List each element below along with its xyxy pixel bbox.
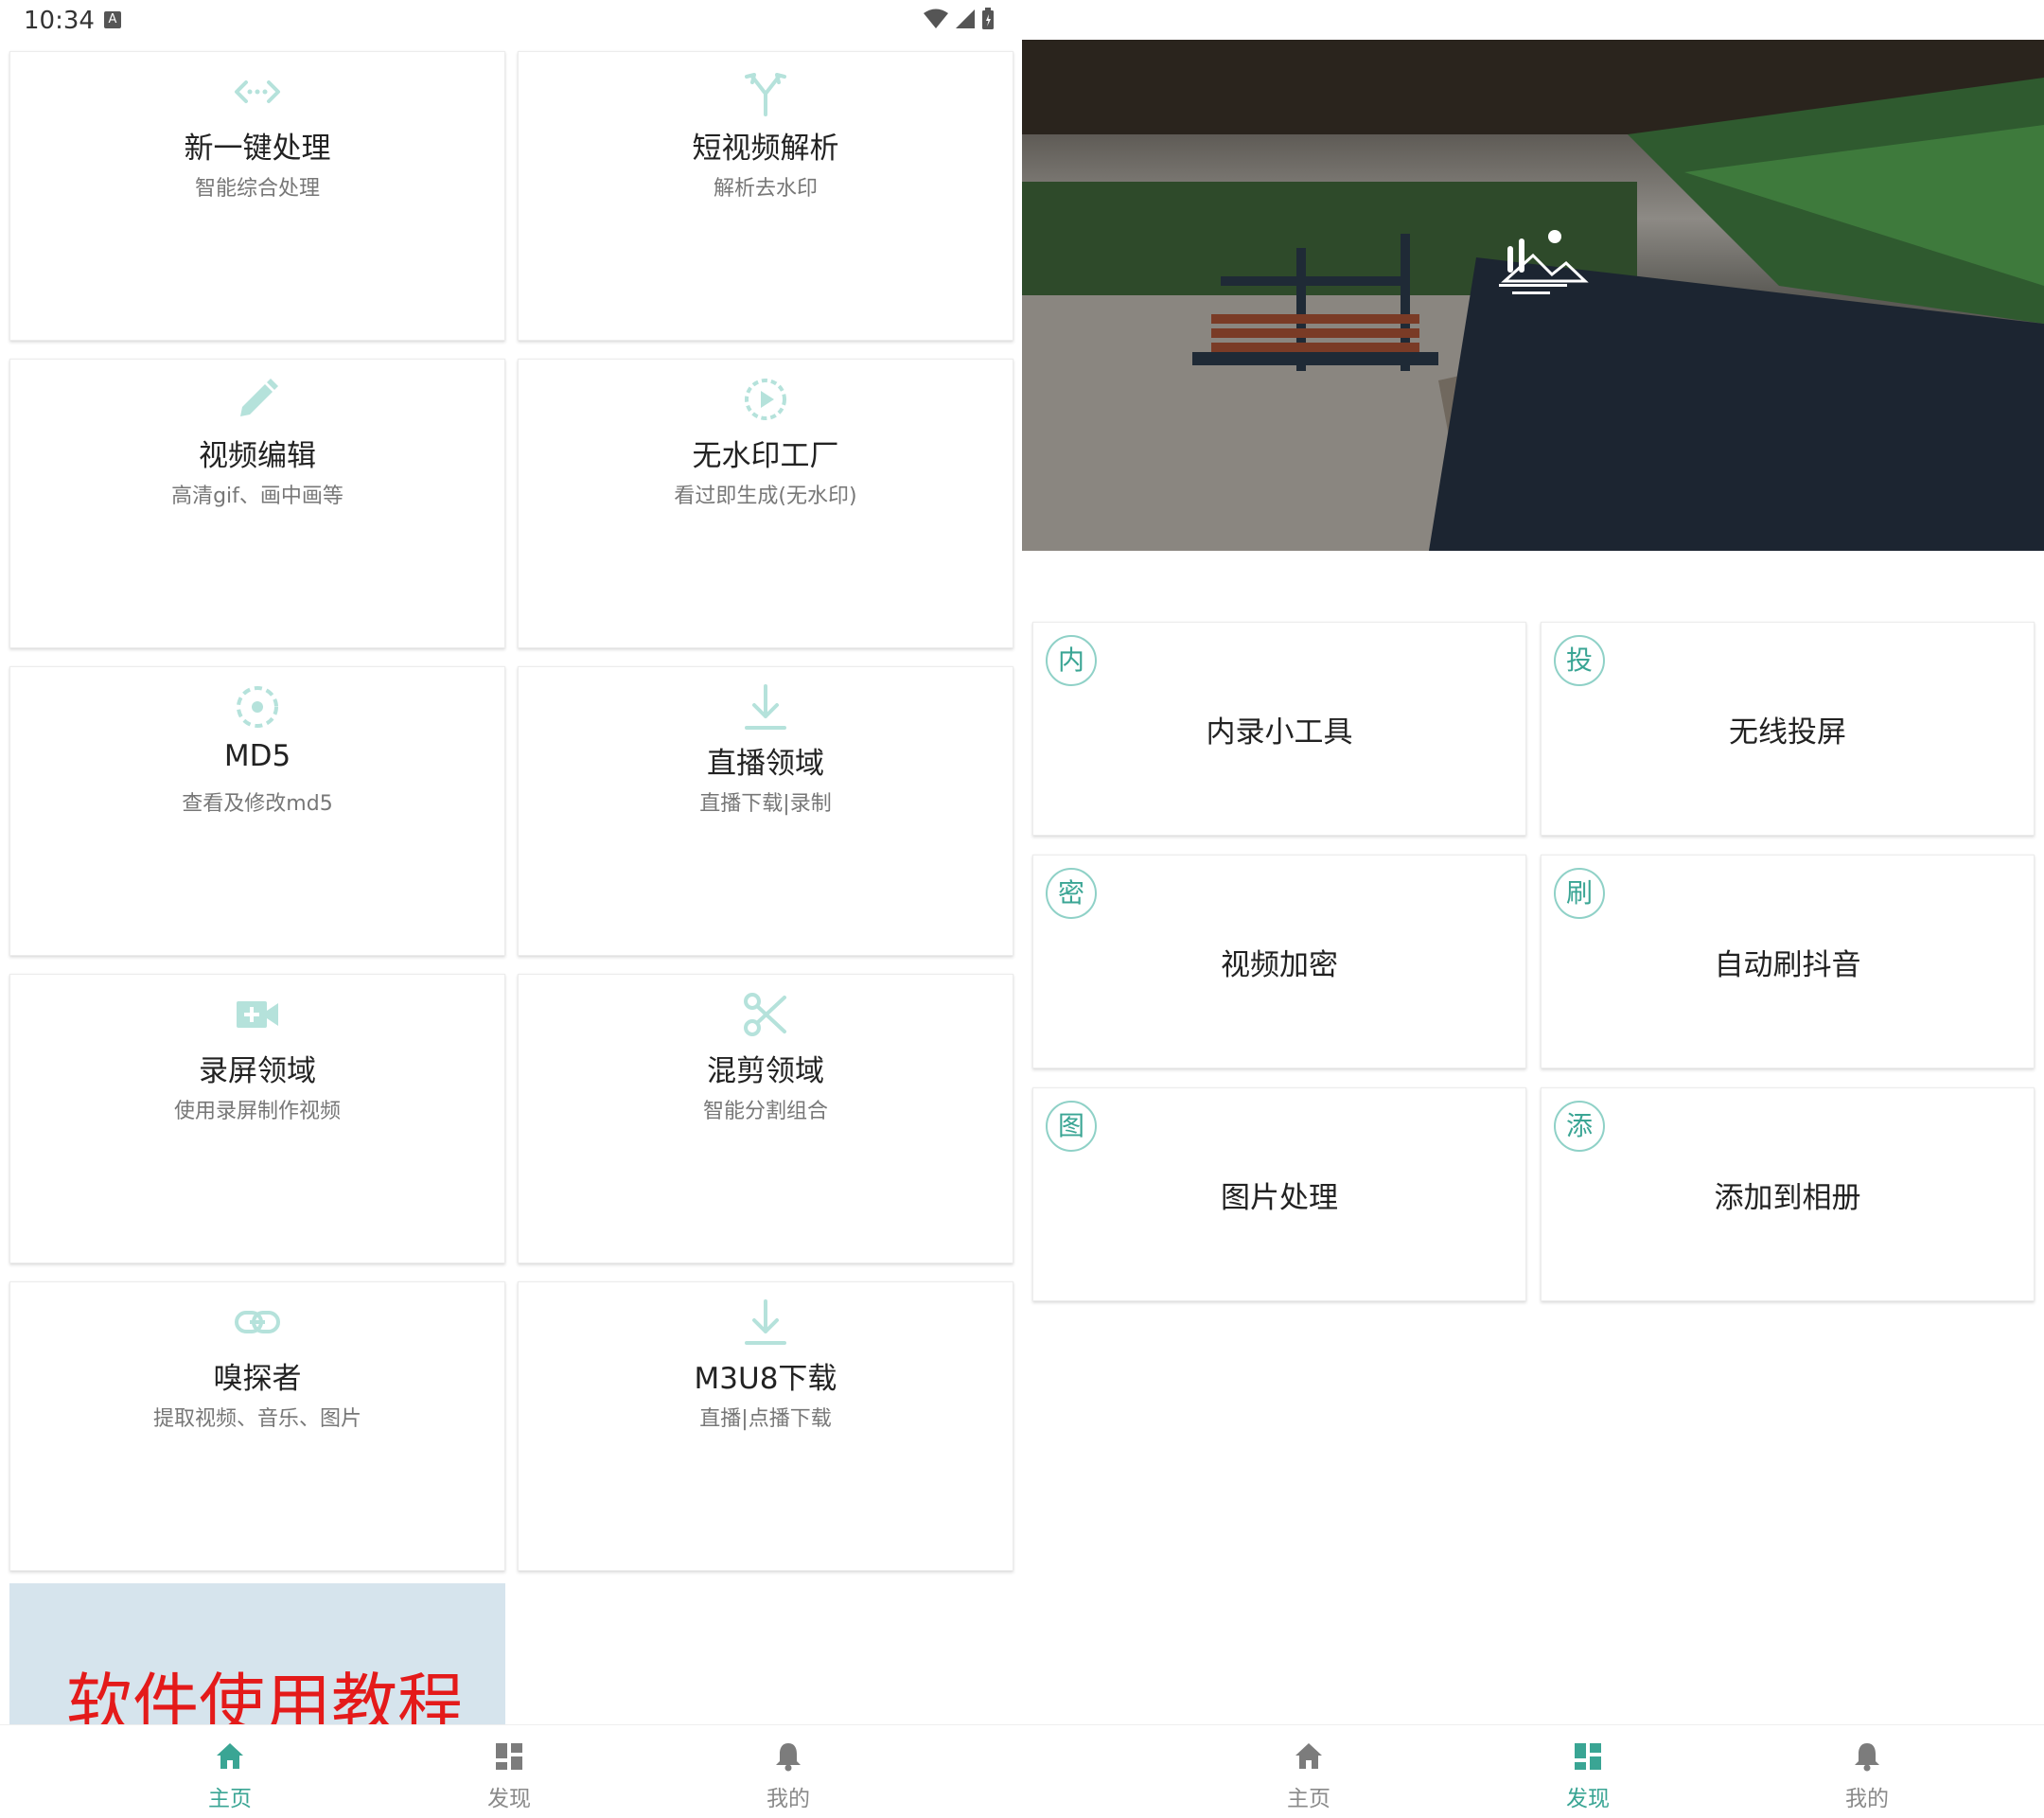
tool-title: 视频编辑 (199, 439, 316, 473)
tool-subtitle: 提取视频、音乐、图片 (152, 1407, 361, 1431)
nav-label: 主页 (208, 1787, 252, 1811)
tool-subtitle: 查看及修改md5 (182, 792, 333, 816)
tool-card[interactable]: 嗅探者提取视频、音乐、图片 (9, 1281, 505, 1571)
tool-subtitle: 解析去水印 (713, 177, 818, 201)
tool-card[interactable]: 无水印工厂看过即生成(无水印) (518, 359, 1013, 648)
bottom-nav-discover: 主页 发现 我的 (1022, 1724, 2044, 1818)
badge-icon: 密 (1046, 868, 1097, 919)
discover-title: 添加到相册 (1714, 1181, 1861, 1215)
park-bench-photo (1022, 40, 2044, 551)
badge-icon: 投 (1554, 635, 1605, 686)
discover-card[interactable]: 添添加到相册 (1541, 1087, 2035, 1301)
discover-card[interactable]: 图图片处理 (1032, 1087, 1526, 1301)
pencil-icon (231, 373, 284, 426)
download-icon (739, 680, 792, 733)
code-arrows-icon (231, 65, 284, 118)
discover-card[interactable]: 密视频加密 (1032, 855, 1526, 1068)
discover-card[interactable]: 刷自动刷抖音 (1541, 855, 2035, 1068)
split-arrows-icon (739, 65, 792, 118)
tool-title: 新一键处理 (184, 132, 331, 166)
nav-label: 我的 (1845, 1787, 1889, 1811)
video-add-icon (231, 988, 284, 1041)
tool-title: 直播领域 (707, 747, 824, 781)
badge-icon: 图 (1046, 1101, 1097, 1152)
nav-label: 我的 (766, 1787, 810, 1811)
tutorial-promo-banner[interactable]: 软件使用教程 (9, 1583, 505, 1725)
badge-icon: 添 (1554, 1101, 1605, 1152)
discover-title: 无线投屏 (1729, 715, 1846, 750)
tool-subtitle: 智能综合处理 (194, 177, 320, 201)
link-icon (231, 1296, 284, 1349)
nav-item-bell[interactable]: 我的 (1810, 1725, 1924, 1818)
tool-card[interactable]: MD5 查看及修改md5 (9, 666, 505, 956)
tool-card[interactable]: 混剪领域智能分割组合 (518, 974, 1013, 1263)
promo-text: 软件使用教程 (66, 1666, 464, 1725)
tool-subtitle: 智能分割组合 (702, 1100, 828, 1123)
tool-title: 短视频解析 (692, 132, 839, 166)
tool-card[interactable]: 直播领域直播下载|录制 (518, 666, 1013, 956)
tool-card[interactable]: 短视频解析解析去水印 (518, 51, 1013, 341)
nav-label: 发现 (1566, 1787, 1610, 1811)
nav-item-home[interactable]: 主页 (1252, 1725, 1366, 1818)
discover-title: 内录小工具 (1206, 715, 1353, 750)
tool-subtitle: 直播下载|录制 (699, 792, 832, 816)
discover-title: 视频加密 (1221, 948, 1338, 982)
tool-title: 录屏领域 (199, 1054, 316, 1088)
tool-subtitle: 使用录屏制作视频 (173, 1100, 341, 1123)
tool-title: 嗅探者 (213, 1362, 302, 1396)
signal-icon (956, 9, 975, 28)
badge-icon: 内 (1046, 635, 1097, 686)
tool-card[interactable]: 录屏领域使用录屏制作视频 (9, 974, 505, 1263)
discover-banner-image[interactable] (1022, 40, 2044, 551)
tool-card[interactable]: M3U8下载直播|点播下载 (518, 1281, 1013, 1571)
nav-item-dashboard[interactable]: 发现 (1531, 1725, 1645, 1818)
discover-card[interactable]: 投无线投屏 (1541, 622, 2035, 836)
nav-item-home[interactable]: 主页 (173, 1725, 287, 1818)
bottom-nav-home: 主页 发现 我的 (0, 1724, 1022, 1818)
status-icons (923, 8, 995, 30)
nav-label: 主页 (1287, 1787, 1330, 1811)
nav-label: 发现 (487, 1787, 531, 1811)
wifi-icon (924, 9, 948, 28)
tool-card[interactable]: 视频编辑高清gif、画中画等 (9, 359, 505, 648)
battery-icon (982, 8, 994, 29)
tool-title: MD5 (223, 739, 291, 773)
tool-title: 混剪领域 (707, 1054, 824, 1088)
tool-card[interactable]: 新一键处理智能综合处理 (9, 51, 505, 341)
play-circle-icon (739, 373, 792, 426)
download-icon (739, 1296, 792, 1349)
target-icon (231, 680, 284, 733)
scissors-icon (739, 988, 792, 1041)
tool-subtitle: 直播|点播下载 (699, 1407, 832, 1431)
tool-subtitle: 看过即生成(无水印) (674, 485, 857, 508)
tool-title: 无水印工厂 (692, 439, 839, 473)
discover-title: 图片处理 (1221, 1181, 1338, 1215)
tool-subtitle: 高清gif、画中画等 (171, 485, 344, 508)
discover-card[interactable]: 内内录小工具 (1032, 622, 1526, 836)
tool-title: M3U8下载 (694, 1362, 837, 1396)
notification-a-icon: A (104, 11, 121, 28)
nav-item-dashboard[interactable]: 发现 (452, 1725, 566, 1818)
badge-icon: 刷 (1554, 868, 1605, 919)
discover-title: 自动刷抖音 (1714, 948, 1861, 982)
status-time: 10:34 (24, 7, 95, 35)
nav-item-bell[interactable]: 我的 (731, 1725, 845, 1818)
